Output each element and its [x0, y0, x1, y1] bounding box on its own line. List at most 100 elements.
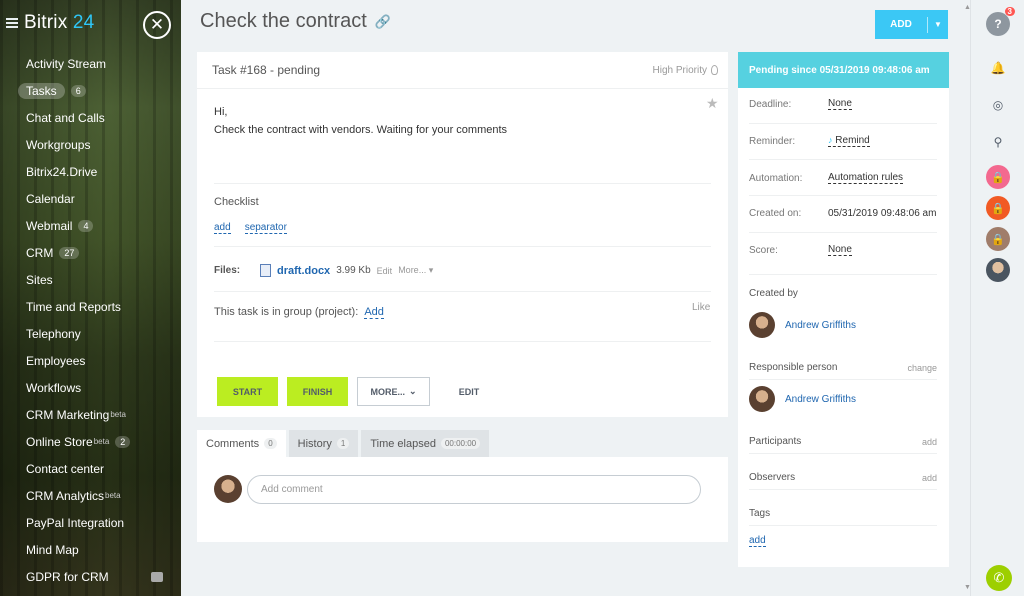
avatar: [749, 386, 775, 412]
sidebar-item[interactable]: PayPal Integration: [0, 509, 181, 536]
sidebar-item[interactable]: Tasks 6: [0, 77, 181, 104]
sidebar-item[interactable]: Chat and Calls: [0, 104, 181, 131]
participants-label: Participants: [749, 436, 802, 447]
priority-toggle[interactable]: High Priority: [653, 65, 718, 76]
link-icon[interactable]: 🔗: [375, 14, 391, 30]
finish-button[interactable]: FINISH: [287, 377, 348, 406]
observers-add[interactable]: add: [922, 473, 937, 483]
help-icon[interactable]: ? 3: [986, 7, 1015, 36]
file-more-link[interactable]: More... ▾: [398, 265, 433, 276]
automation-link[interactable]: Automation rules: [828, 172, 904, 184]
sidebar-item[interactable]: Webmail 4: [0, 212, 181, 239]
file-link[interactable]: draft.docx: [277, 265, 330, 277]
sidebar-item[interactable]: Sites: [0, 266, 181, 293]
task-number: Task #168 - pending: [212, 63, 321, 77]
page-title: Check the contract 🔗: [200, 10, 391, 32]
sidebar-item[interactable]: Bitrix24.Drive: [0, 158, 181, 185]
sidebar-item[interactable]: CRM Analytics beta: [0, 482, 181, 509]
task-card: Task #168 - pending High Priority Hi, Ch…: [197, 52, 728, 417]
deadline-row: Deadline: None: [749, 98, 852, 110]
printer-icon[interactable]: [151, 571, 163, 582]
sidebar-item-label: Sites: [26, 272, 53, 287]
sidebar-item[interactable]: Contact center: [0, 455, 181, 482]
comment-input[interactable]: Add comment: [247, 475, 701, 504]
logo: Bitrix 24: [24, 12, 95, 33]
sidebar-item[interactable]: Time and Reports: [0, 293, 181, 320]
sidebar-item[interactable]: GDPR for CRM: [0, 563, 181, 590]
menu-icon[interactable]: [6, 18, 18, 28]
sidebar-item[interactable]: Online Store beta 2: [0, 428, 181, 455]
checklist-separator-link[interactable]: separator: [244, 222, 287, 234]
close-icon[interactable]: ✕: [143, 11, 171, 39]
sidebar-menu: Activity Stream Tasks 6 Chat and Calls Workg…: [0, 50, 181, 590]
like-link[interactable]: Like: [692, 302, 710, 313]
created-by-person[interactable]: Andrew Griffiths: [749, 312, 856, 338]
tags-label: Tags: [749, 508, 771, 519]
sidebar-item[interactable]: Telephony: [0, 320, 181, 347]
lock-icon[interactable]: 🔒: [986, 227, 1010, 251]
more-button[interactable]: MORE... ⌄: [357, 377, 430, 406]
sidebar-item-label: Tasks: [18, 82, 65, 99]
sidebar-item[interactable]: Workgroups: [0, 131, 181, 158]
sidebar-item-label: Online Store: [26, 434, 93, 449]
right-rail: ? 3 🔔 ◎ ⚲ 🔒 🔒 🔒: [970, 0, 1024, 596]
created-on-row: Created on: 05/31/2019 09:48:06 am: [749, 208, 937, 219]
group-add-link[interactable]: Add: [364, 306, 384, 319]
start-button[interactable]: START: [217, 377, 278, 406]
avatar[interactable]: [986, 258, 1010, 282]
comments-panel: Add comment: [197, 457, 728, 542]
sidebar-item[interactable]: CRM 27: [0, 239, 181, 266]
checklist-add-link[interactable]: add: [214, 222, 231, 234]
chat-icon[interactable]: ◎: [986, 93, 1010, 117]
tab-time-elapsed[interactable]: Time elapsed 00:00:00: [361, 430, 490, 457]
sidebar-item[interactable]: Activity Stream: [0, 50, 181, 77]
sidebar-item-label: Mind Map: [26, 542, 79, 557]
tab-history[interactable]: History 1: [288, 430, 359, 457]
task-tabs: Comments 0 History 1 Time elapsed 00:00:00: [197, 430, 490, 457]
score-row: Score: None: [749, 244, 852, 256]
sidebar-item-label: Telephony: [26, 326, 81, 341]
change-link[interactable]: change: [907, 363, 937, 373]
search-icon[interactable]: ⚲: [986, 130, 1010, 154]
sidebar: Bitrix 24 ✕ Activity Stream Tasks 6 Chat an…: [0, 0, 181, 596]
tab-comments[interactable]: Comments 0: [197, 430, 286, 457]
add-button[interactable]: ADD ▼: [875, 10, 948, 39]
phone-icon[interactable]: ✆: [986, 565, 1012, 591]
sidebar-item[interactable]: Calendar: [0, 185, 181, 212]
deadline-value[interactable]: None: [828, 98, 852, 110]
sidebar-item[interactable]: Mind Map: [0, 536, 181, 563]
created-by-label: Created by: [749, 288, 798, 299]
files-row: Files: draft.docx 3.99 Kb Edit More... ▾: [214, 264, 434, 277]
lock-icon[interactable]: 🔒: [986, 165, 1010, 189]
sidebar-item[interactable]: Employees: [0, 347, 181, 374]
beta-tag: beta: [93, 437, 110, 446]
sidebar-item-label: Time and Reports: [26, 299, 121, 314]
sidebar-item-label: CRM Analytics: [26, 488, 105, 503]
tags-add[interactable]: add: [749, 535, 766, 547]
sidebar-item[interactable]: CRM Marketing beta: [0, 401, 181, 428]
file-edit-link[interactable]: Edit: [377, 266, 393, 276]
notification-icon[interactable]: 🔔: [986, 56, 1010, 80]
lock-icon[interactable]: 🔒: [986, 196, 1010, 220]
sidebar-item-label: Activity Stream: [26, 56, 107, 71]
participants-add[interactable]: add: [922, 437, 937, 447]
reminder-link[interactable]: ♪ Remind: [828, 135, 870, 147]
reminder-row: Reminder: ♪ Remind: [749, 135, 870, 147]
checklist-title: Checklist: [214, 196, 259, 208]
responsible-label: Responsible person: [749, 362, 838, 373]
task-description: Hi, Check the contract with vendors. Wai…: [214, 106, 508, 136]
beta-tag: beta: [110, 410, 126, 419]
task-details-panel: Pending since 05/31/2019 09:48:06 am Dea…: [738, 52, 949, 567]
star-icon[interactable]: ★: [706, 95, 719, 112]
status-banner: Pending since 05/31/2019 09:48:06 am: [738, 52, 949, 88]
score-value[interactable]: None: [828, 244, 852, 256]
chevron-down-icon[interactable]: ▼: [928, 20, 948, 29]
count-badge: 27: [59, 246, 80, 259]
responsible-person[interactable]: Andrew Griffiths: [749, 386, 856, 412]
edit-button[interactable]: EDIT: [439, 387, 499, 397]
brand[interactable]: Bitrix 24: [6, 12, 94, 34]
task-header: Task #168 - pending High Priority: [197, 52, 728, 89]
count-badge: 2: [115, 435, 131, 448]
sidebar-item[interactable]: Workflows: [0, 374, 181, 401]
bell-icon: ♪: [828, 135, 833, 145]
